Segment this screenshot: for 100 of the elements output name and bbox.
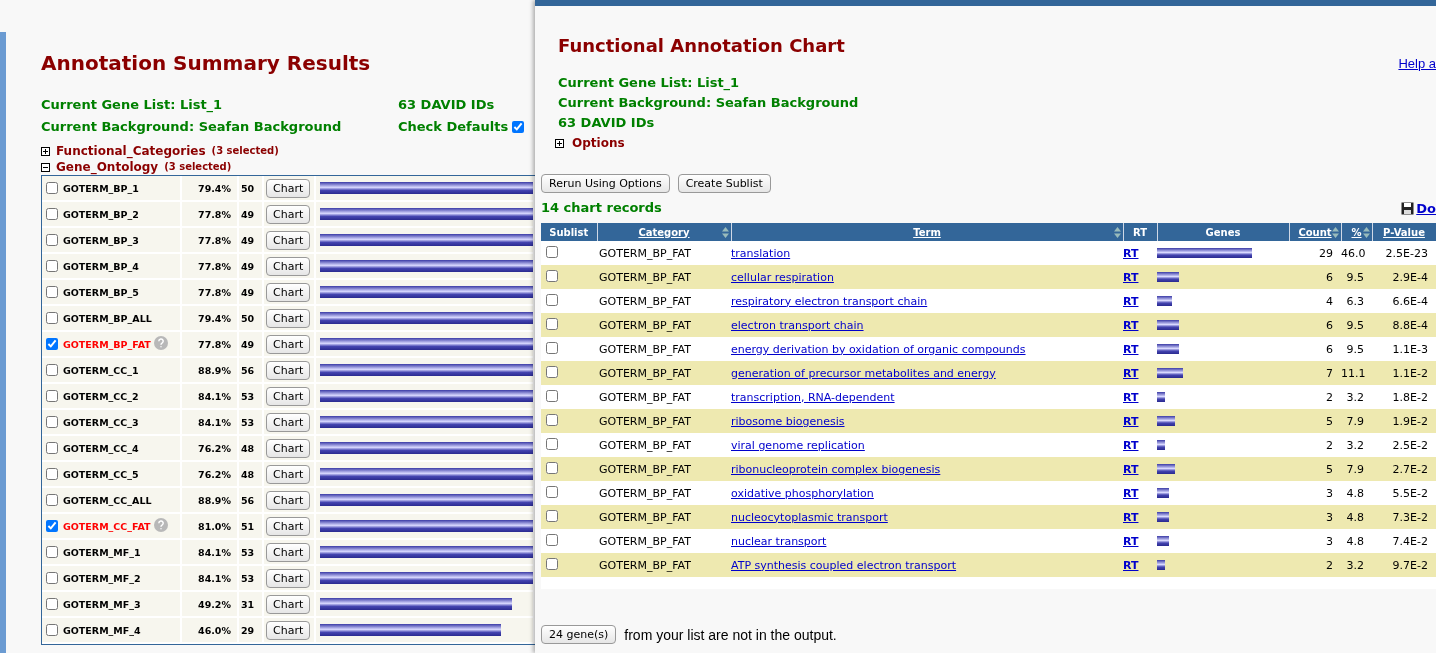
category-checkbox[interactable]: [46, 416, 58, 428]
category-checkbox[interactable]: [46, 182, 58, 194]
category-checkbox[interactable]: [46, 312, 58, 324]
chart-button[interactable]: Chart: [266, 230, 311, 250]
collapse-icon[interactable]: [41, 162, 50, 172]
sublist-checkbox[interactable]: [546, 461, 558, 474]
sublist-checkbox[interactable]: [546, 389, 558, 402]
column-header[interactable]: P-Value: [1372, 223, 1436, 241]
category-checkbox[interactable]: [46, 546, 58, 558]
rt-link[interactable]: RT: [1123, 390, 1139, 404]
category-checkbox[interactable]: [46, 234, 58, 246]
chart-button[interactable]: Chart: [266, 256, 311, 276]
category-checkbox[interactable]: [46, 520, 58, 532]
genes-bar[interactable]: [1157, 320, 1180, 330]
category-checkbox[interactable]: [46, 260, 58, 272]
download-link[interactable]: Do: [1416, 200, 1436, 216]
category-checkbox[interactable]: [46, 338, 58, 350]
genes-bar[interactable]: [1157, 536, 1169, 546]
rt-link[interactable]: RT: [1123, 342, 1139, 356]
chart-button[interactable]: Chart: [266, 178, 311, 198]
category-checkbox[interactable]: [46, 364, 58, 376]
category-checkbox[interactable]: [46, 494, 58, 506]
genes-bar[interactable]: [1157, 416, 1176, 426]
category-checkbox[interactable]: [46, 286, 58, 298]
term-link[interactable]: transcription, RNA-dependent: [731, 390, 895, 404]
genes-bar[interactable]: [1157, 488, 1169, 498]
rt-link[interactable]: RT: [1123, 438, 1139, 452]
chart-button[interactable]: Chart: [266, 594, 311, 614]
chart-button[interactable]: Chart: [266, 334, 311, 354]
category-checkbox[interactable]: [46, 624, 58, 636]
sublist-checkbox[interactable]: [546, 485, 558, 498]
rt-link[interactable]: RT: [1123, 486, 1139, 500]
sort-icon[interactable]: [721, 227, 729, 238]
category-checkbox[interactable]: [46, 598, 58, 610]
chart-button[interactable]: Chart: [266, 360, 311, 380]
category-checkbox[interactable]: [46, 572, 58, 584]
help-link[interactable]: Help a: [1398, 56, 1436, 71]
genes-bar[interactable]: [1157, 392, 1165, 402]
genes-bar[interactable]: [1157, 248, 1253, 258]
sublist-checkbox[interactable]: [546, 365, 558, 378]
sublist-checkbox[interactable]: [546, 317, 558, 330]
sublist-checkbox[interactable]: [546, 293, 558, 306]
sublist-checkbox[interactable]: [546, 269, 558, 282]
sublist-checkbox[interactable]: [546, 341, 558, 354]
expand-icon[interactable]: [41, 146, 50, 156]
action-button[interactable]: Create Sublist: [677, 174, 771, 193]
genes-button[interactable]: 24 gene(s): [541, 625, 617, 644]
column-header[interactable]: Term: [731, 223, 1123, 241]
genes-bar[interactable]: [1157, 344, 1180, 354]
chart-button[interactable]: Chart: [266, 516, 311, 536]
rt-link[interactable]: RT: [1123, 534, 1139, 548]
genes-bar[interactable]: [1157, 464, 1176, 474]
chart-button[interactable]: Chart: [266, 490, 311, 510]
chart-button[interactable]: Chart: [266, 412, 311, 432]
category-checkbox[interactable]: [46, 442, 58, 454]
genes-bar[interactable]: [1157, 440, 1165, 450]
category-group-link[interactable]: Gene_Ontology: [56, 160, 159, 174]
genes-bar[interactable]: [1157, 272, 1180, 282]
term-link[interactable]: respiratory electron transport chain: [731, 294, 928, 308]
category-checkbox[interactable]: [46, 468, 58, 480]
sublist-checkbox[interactable]: [546, 509, 558, 522]
chart-button[interactable]: Chart: [266, 282, 311, 302]
chart-button[interactable]: Chart: [266, 308, 311, 328]
sort-icon[interactable]: [1331, 227, 1339, 238]
column-header[interactable]: Category: [597, 223, 731, 241]
sublist-checkbox[interactable]: [546, 437, 558, 450]
sublist-checkbox[interactable]: [546, 245, 558, 258]
column-header[interactable]: %: [1341, 223, 1372, 241]
sort-icon[interactable]: [1113, 227, 1121, 238]
chart-button[interactable]: Chart: [266, 204, 311, 224]
term-link[interactable]: viral genome replication: [731, 438, 865, 452]
chart-button[interactable]: Chart: [266, 386, 311, 406]
options-toggle[interactable]: Options: [572, 136, 625, 150]
term-link[interactable]: nuclear transport: [731, 534, 827, 548]
genes-bar[interactable]: [1157, 512, 1169, 522]
action-button[interactable]: Rerun Using Options: [541, 174, 670, 193]
check-defaults-checkbox[interactable]: [512, 121, 525, 133]
term-link[interactable]: translation: [731, 246, 791, 260]
term-link[interactable]: cellular respiration: [731, 270, 834, 284]
category-group-link[interactable]: Functional_Categories: [56, 144, 206, 158]
genes-bar[interactable]: [1157, 560, 1165, 570]
category-checkbox[interactable]: [46, 208, 58, 220]
column-header[interactable]: Count: [1289, 223, 1341, 241]
genes-bar[interactable]: [1157, 296, 1172, 306]
genes-bar[interactable]: [1157, 368, 1184, 378]
term-link[interactable]: oxidative phosphorylation: [731, 486, 874, 500]
chart-button[interactable]: Chart: [266, 568, 311, 588]
expand-icon[interactable]: [555, 138, 564, 148]
chart-button[interactable]: Chart: [266, 542, 311, 562]
category-checkbox[interactable]: [46, 390, 58, 402]
sublist-checkbox[interactable]: [546, 413, 558, 426]
term-link[interactable]: energy derivation by oxidation of organic compounds: [731, 342, 1026, 356]
chart-button[interactable]: Chart: [266, 620, 311, 640]
sort-icon[interactable]: [1362, 227, 1370, 238]
sublist-checkbox[interactable]: [546, 533, 558, 546]
term-link[interactable]: electron transport chain: [731, 318, 864, 332]
chart-button[interactable]: Chart: [266, 464, 311, 484]
rt-link[interactable]: RT: [1123, 246, 1139, 260]
term-link[interactable]: ribosome biogenesis: [731, 414, 845, 428]
sublist-checkbox[interactable]: [546, 557, 558, 570]
